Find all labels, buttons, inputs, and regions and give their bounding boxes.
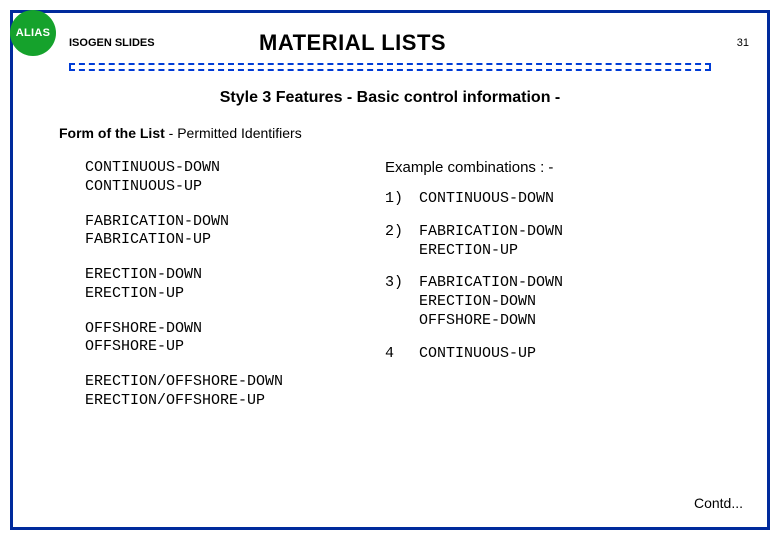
example-number: 2) — [385, 223, 419, 261]
section-heading-rest: - Permitted Identifiers — [165, 125, 302, 141]
alias-badge: ALIAS — [10, 10, 56, 56]
identifier-item: ERECTION/OFFSHORE-DOWN — [85, 373, 385, 392]
content-columns: CONTINUOUS-DOWN CONTINUOUS-UP FABRICATIO… — [85, 159, 719, 427]
continued-label: Contd... — [694, 495, 743, 511]
example-row: 3) FABRICATION-DOWN ERECTION-DOWN OFFSHO… — [385, 274, 719, 330]
identifier-item: FABRICATION-DOWN — [85, 213, 385, 232]
identifier-item: FABRICATION-UP — [85, 231, 385, 250]
slide-frame: ALIAS ISOGEN SLIDES MATERIAL LISTS 31 St… — [10, 10, 770, 530]
identifier-group: ERECTION/OFFSHORE-DOWN ERECTION/OFFSHORE… — [85, 373, 385, 411]
example-number: 3) — [385, 274, 419, 330]
section-heading-bold: Form of the List — [59, 125, 165, 141]
identifier-item: OFFSHORE-DOWN — [85, 320, 385, 339]
page-number: 31 — [719, 37, 749, 49]
examples-heading: Example combinations : - — [385, 159, 719, 176]
identifier-item: ERECTION/OFFSHORE-UP — [85, 392, 385, 411]
identifier-group: FABRICATION-DOWN FABRICATION-UP — [85, 213, 385, 251]
slide-subtitle: Style 3 Features - Basic control informa… — [31, 89, 749, 107]
example-row: 4 CONTINUOUS-UP — [385, 345, 719, 364]
example-body: CONTINUOUS-DOWN — [419, 190, 719, 209]
example-row: 2) FABRICATION-DOWN ERECTION-UP — [385, 223, 719, 261]
alias-badge-text: ALIAS — [16, 27, 51, 39]
example-row: 1) CONTINUOUS-DOWN — [385, 190, 719, 209]
example-body: FABRICATION-DOWN ERECTION-DOWN OFFSHORE-… — [419, 274, 719, 330]
identifier-item: CONTINUOUS-DOWN — [85, 159, 385, 178]
example-line: OFFSHORE-DOWN — [419, 312, 719, 331]
header-divider — [69, 63, 711, 71]
example-line: ERECTION-UP — [419, 242, 719, 261]
identifier-group: ERECTION-DOWN ERECTION-UP — [85, 266, 385, 304]
identifier-group: CONTINUOUS-DOWN CONTINUOUS-UP — [85, 159, 385, 197]
example-line: CONTINUOUS-UP — [419, 345, 719, 364]
page-title: MATERIAL LISTS — [259, 30, 719, 56]
identifier-item: CONTINUOUS-UP — [85, 178, 385, 197]
example-line: FABRICATION-DOWN — [419, 223, 719, 242]
identifiers-column: CONTINUOUS-DOWN CONTINUOUS-UP FABRICATIO… — [85, 159, 385, 427]
examples-column: Example combinations : - 1) CONTINUOUS-D… — [385, 159, 719, 427]
example-number: 1) — [385, 190, 419, 209]
example-body: CONTINUOUS-UP — [419, 345, 719, 364]
example-line: ERECTION-DOWN — [419, 293, 719, 312]
identifier-item: ERECTION-DOWN — [85, 266, 385, 285]
identifier-group: OFFSHORE-DOWN OFFSHORE-UP — [85, 320, 385, 358]
identifier-item: OFFSHORE-UP — [85, 338, 385, 357]
identifier-item: ERECTION-UP — [85, 285, 385, 304]
header-left-label: ISOGEN SLIDES — [69, 37, 259, 49]
section-heading: Form of the List - Permitted Identifiers — [59, 125, 749, 141]
example-number: 4 — [385, 345, 419, 364]
example-line: FABRICATION-DOWN — [419, 274, 719, 293]
example-body: FABRICATION-DOWN ERECTION-UP — [419, 223, 719, 261]
example-line: CONTINUOUS-DOWN — [419, 190, 719, 209]
header: ISOGEN SLIDES MATERIAL LISTS 31 — [31, 23, 749, 63]
